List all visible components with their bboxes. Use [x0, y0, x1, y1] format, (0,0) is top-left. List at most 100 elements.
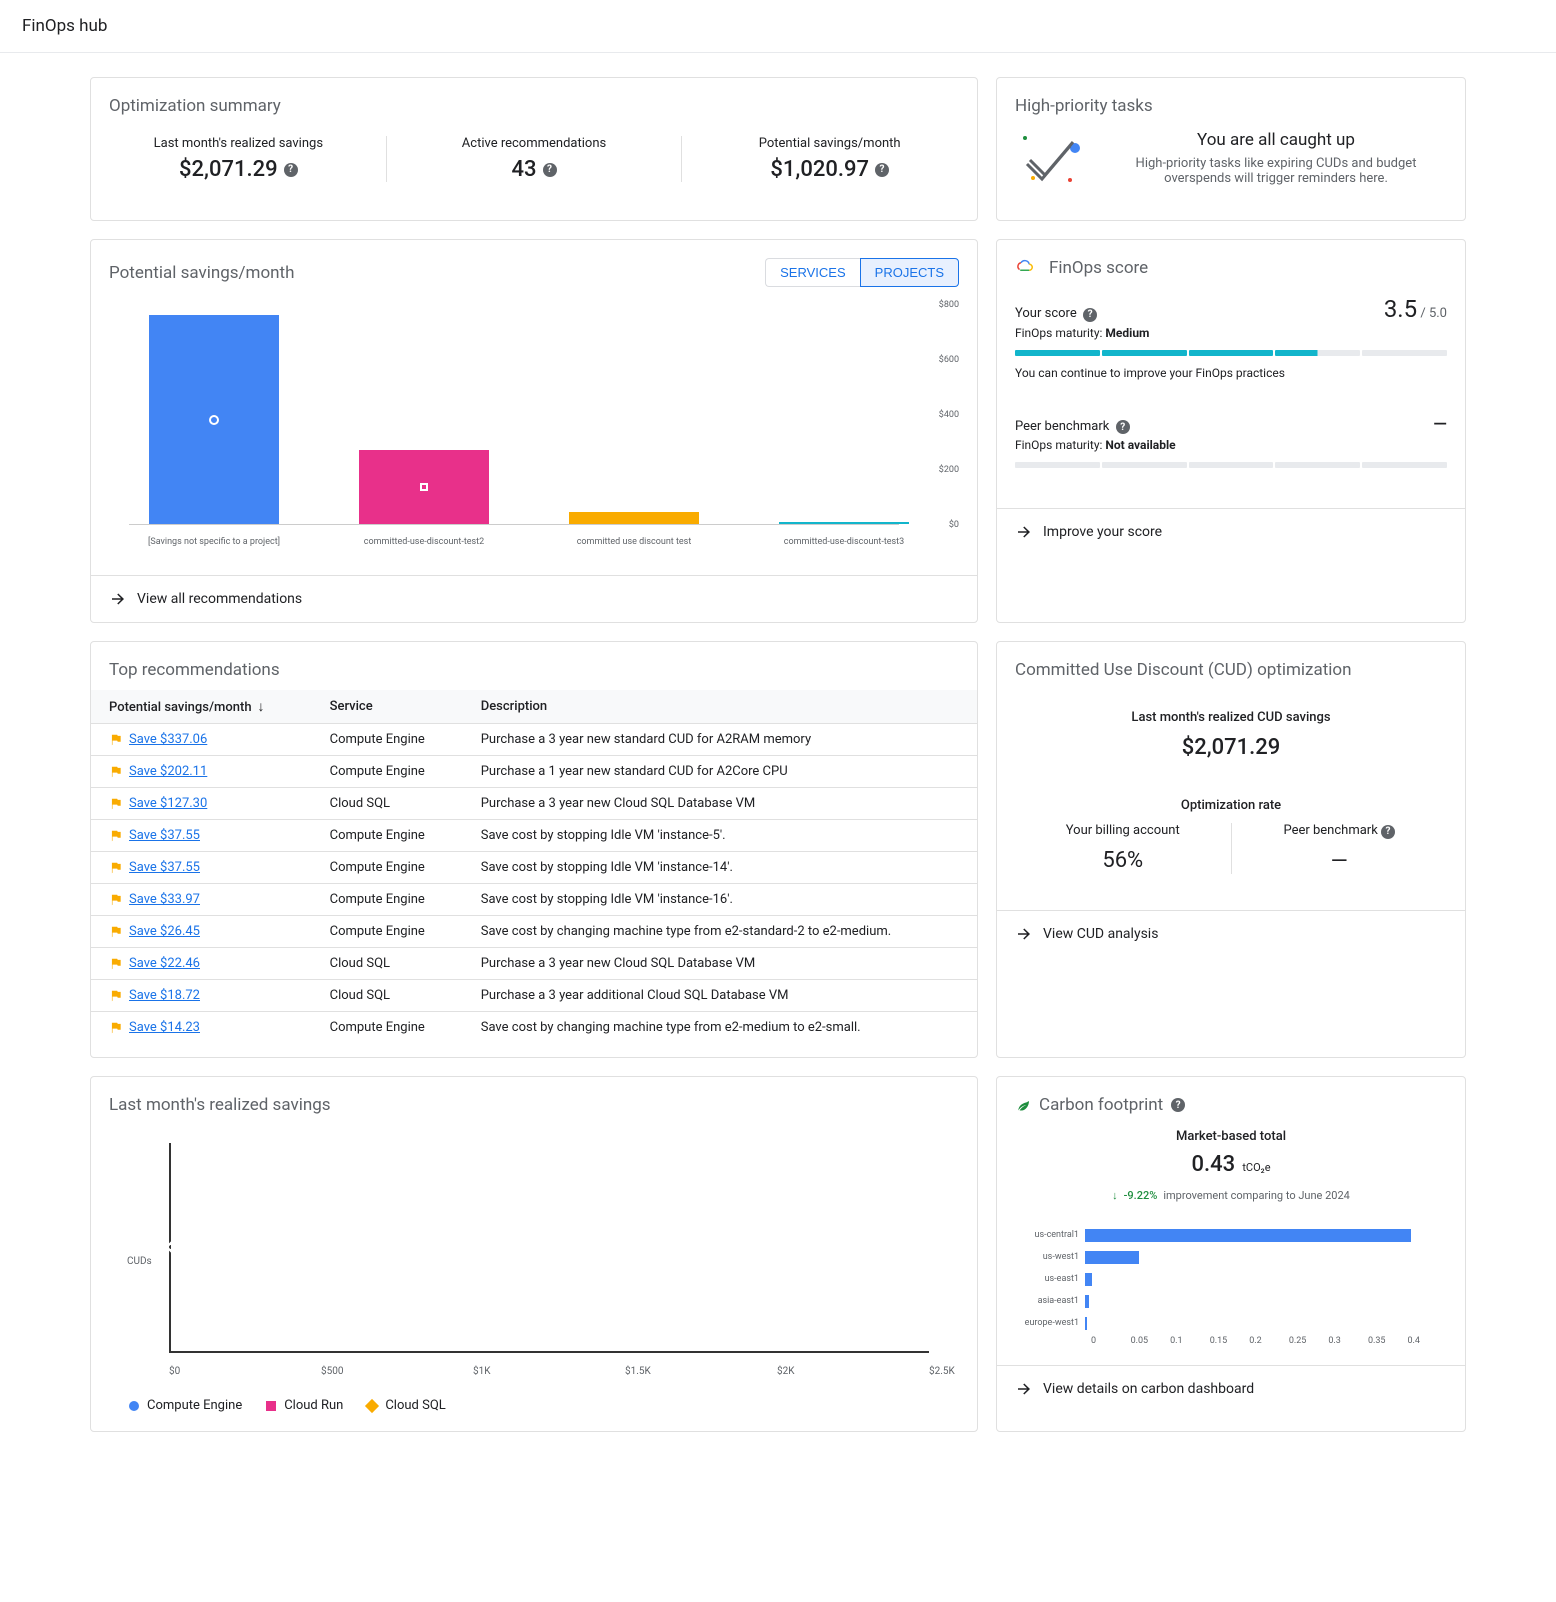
carbon-value: 0.43 [1191, 1152, 1235, 1177]
col-service[interactable]: Service [312, 690, 463, 724]
savings-link[interactable]: Save $18.72 [129, 988, 200, 1003]
chart-tick: $1.5K [625, 1366, 651, 1377]
help-icon[interactable]: ? [1083, 308, 1097, 322]
page-title: FinOps hub [22, 16, 107, 36]
description-cell: Save cost by stopping Idle VM 'instance-… [463, 820, 977, 852]
description-cell: Save cost by changing machine type from … [463, 916, 977, 948]
savings-link[interactable]: Save $127.30 [129, 796, 207, 811]
chart-tick: 0.3 [1328, 1336, 1368, 1346]
chart-bar[interactable] [149, 315, 279, 524]
chart-category: [Savings not specific to a project] [124, 537, 304, 547]
service-cell: Compute Engine [312, 852, 463, 884]
col-description[interactable]: Description [463, 690, 977, 724]
summary-label: Last month's realized savings [91, 136, 386, 151]
view-carbon-dashboard-link[interactable]: View details on carbon dashboard [997, 1365, 1465, 1412]
help-icon[interactable]: ? [1116, 420, 1130, 434]
chart-tick: $600 [939, 355, 959, 365]
carbon-bar[interactable] [1085, 1317, 1087, 1330]
carbon-region-label: us-central1 [1015, 1230, 1085, 1240]
peer-benchmark-label: Peer benchmark [1015, 419, 1109, 434]
service-cell: Cloud SQL [312, 788, 463, 820]
card-title: Top recommendations [91, 642, 977, 680]
help-icon[interactable]: ? [1381, 825, 1395, 839]
description-cell: Purchase a 3 year new Cloud SQL Database… [463, 948, 977, 980]
col-savings[interactable]: Potential savings/month↓ [91, 690, 312, 724]
view-all-recommendations-link[interactable]: View all recommendations [91, 575, 977, 622]
improve-score-link[interactable]: Improve your score [997, 508, 1465, 555]
chart-tick: $400 [939, 410, 959, 420]
leaf-icon [1015, 1097, 1031, 1113]
projects-toggle-button[interactable]: PROJECTS [860, 258, 959, 287]
savings-link[interactable]: Save $37.55 [129, 860, 200, 875]
savings-link[interactable]: Save $14.23 [129, 1020, 200, 1035]
chart-tick: 0.35 [1368, 1336, 1408, 1346]
cud-savings-label: Last month's realized CUD savings [1015, 710, 1447, 725]
carbon-region-label: us-west1 [1015, 1252, 1085, 1262]
arrow-down-icon: ↓ [1112, 1189, 1118, 1202]
arrow-right-icon [109, 590, 127, 608]
flag-icon [109, 797, 123, 811]
chart-tick: 0.15 [1210, 1336, 1250, 1346]
chart-bar[interactable] [569, 512, 699, 524]
help-icon[interactable]: ? [1171, 1098, 1185, 1112]
chart-tick: 0.4 [1408, 1336, 1448, 1346]
realized-savings-chart: CUDs $0$500$1K$1.5K$2K$2.5K Compute Engi… [109, 1133, 959, 1413]
carbon-bar-row: asia-east1 [1015, 1292, 1447, 1310]
carbon-chart: us-central1 us-west1 us-east1 asia-east1… [1015, 1226, 1447, 1361]
card-title: High-priority tasks [997, 78, 1465, 116]
chart-tick: 0 [1091, 1336, 1131, 1346]
potential-savings-card: Potential savings/month SERVICES PROJECT… [90, 239, 978, 623]
services-toggle-button[interactable]: SERVICES [765, 258, 860, 287]
finops-hint: You can continue to improve your FinOps … [1015, 366, 1447, 380]
chart-bar[interactable] [779, 522, 909, 524]
flag-icon [109, 861, 123, 875]
service-cell: Compute Engine [312, 916, 463, 948]
table-row: Save $18.72 Cloud SQL Purchase a 3 year … [91, 980, 977, 1012]
potential-savings-chart: $0$200$400$600$800 [Savings not specific… [109, 305, 959, 555]
service-cell: Compute Engine [312, 756, 463, 788]
summary-label: Active recommendations [387, 136, 682, 151]
carbon-bar[interactable] [1085, 1295, 1089, 1308]
savings-link[interactable]: Save $22.46 [129, 956, 200, 971]
hp-subtitle: High-priority tasks like expiring CUDs a… [1105, 156, 1447, 186]
carbon-region-label: europe-west1 [1015, 1318, 1085, 1328]
legend-swatch-icon [266, 1401, 276, 1411]
view-cud-analysis-link[interactable]: View CUD analysis [997, 910, 1465, 957]
card-title: Committed Use Discount (CUD) optimizatio… [997, 642, 1465, 680]
gcloud-icon [1015, 259, 1033, 277]
chart-bar[interactable] [359, 450, 489, 524]
help-icon[interactable]: ? [284, 163, 298, 177]
help-icon[interactable]: ? [543, 163, 557, 177]
carbon-bar[interactable] [1085, 1273, 1092, 1286]
footer-label: View details on carbon dashboard [1043, 1381, 1254, 1397]
cud-savings-value: $2,071.29 [1015, 735, 1447, 760]
carbon-region-label: asia-east1 [1015, 1296, 1085, 1306]
legend-swatch-icon [365, 1398, 379, 1412]
savings-link[interactable]: Save $37.55 [129, 828, 200, 843]
chart-category: committed-use-discount-test2 [334, 537, 514, 547]
help-icon[interactable]: ? [875, 163, 889, 177]
carbon-bar-row: us-east1 [1015, 1270, 1447, 1288]
chart-legend: Compute EngineCloud RunCloud SQL [119, 1398, 446, 1413]
savings-link[interactable]: Save $337.06 [129, 732, 207, 747]
description-cell: Purchase a 3 year additional Cloud SQL D… [463, 980, 977, 1012]
summary-value: $1,020.97 ? [770, 157, 889, 182]
table-row: Save $33.97 Compute Engine Save cost by … [91, 884, 977, 916]
table-row: Save $14.23 Compute Engine Save cost by … [91, 1012, 977, 1044]
realized-savings-card: Last month's realized savings CUDs $0$50… [90, 1076, 978, 1432]
card-title: FinOps score [1049, 258, 1148, 278]
your-billing-label: Your billing account [1025, 823, 1221, 838]
savings-link[interactable]: Save $26.45 [129, 924, 200, 939]
chart-tick: $2K [777, 1366, 795, 1377]
summary-item: Last month's realized savings $2,071.29 … [91, 136, 387, 182]
chart-tick: $500 [321, 1366, 343, 1377]
carbon-bar-row: us-west1 [1015, 1248, 1447, 1266]
savings-link[interactable]: Save $33.97 [129, 892, 200, 907]
flag-icon [109, 829, 123, 843]
carbon-bar[interactable] [1085, 1251, 1139, 1264]
carbon-region-label: us-east1 [1015, 1274, 1085, 1284]
arrow-right-icon [1015, 523, 1033, 541]
savings-link[interactable]: Save $202.11 [129, 764, 207, 779]
circle-marker-icon [167, 1243, 175, 1251]
carbon-bar[interactable] [1085, 1229, 1411, 1242]
